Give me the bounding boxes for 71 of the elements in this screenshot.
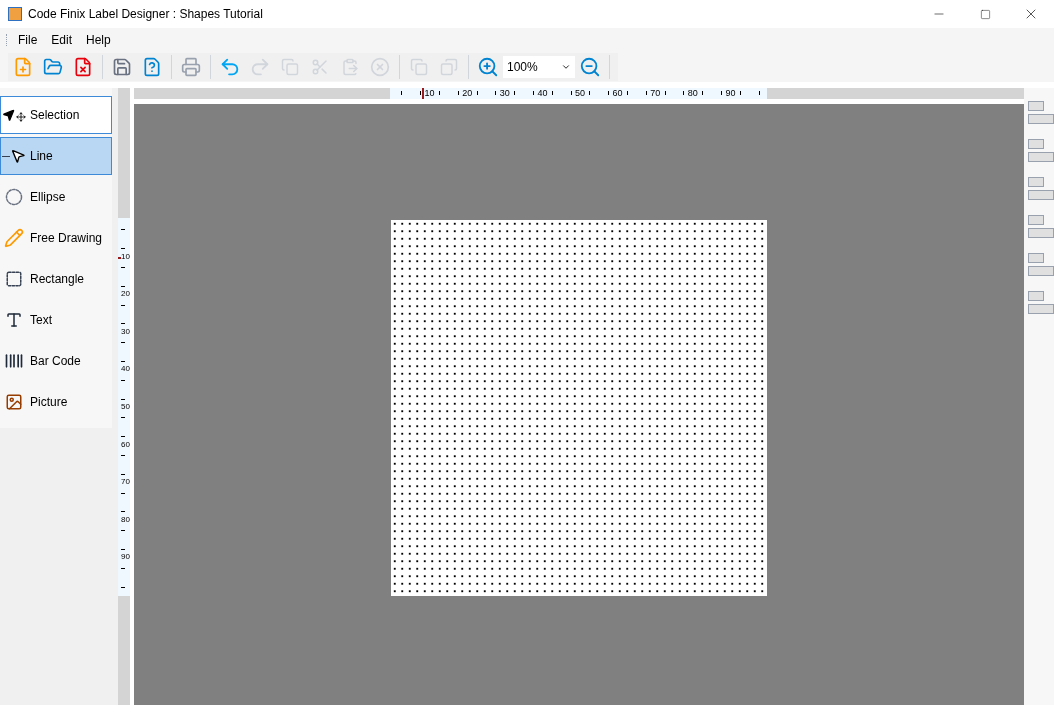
label-canvas[interactable]	[391, 220, 767, 596]
ruler-label: 60	[121, 440, 130, 449]
ruler-label: 30	[121, 327, 130, 336]
tool-item[interactable]: Free Drawing	[0, 219, 112, 257]
ruler-label: 40	[537, 89, 548, 98]
tool-item[interactable]: Bar Code	[0, 342, 112, 380]
tool-item[interactable]: Selection	[0, 96, 112, 134]
ruler-label: 10	[424, 89, 435, 98]
zoom-in-icon	[477, 56, 499, 78]
ruler-label: 80	[687, 89, 698, 98]
menu-item[interactable]: Help	[79, 30, 118, 50]
save-icon	[112, 57, 132, 77]
pointer-move-icon	[2, 108, 26, 122]
ruler-label: 50	[575, 89, 585, 98]
menu-item[interactable]: File	[11, 30, 45, 50]
ruler-label: 30	[499, 89, 510, 98]
dropdown-caret-icon	[561, 62, 571, 72]
zoom-combo[interactable]: 100%	[503, 56, 575, 78]
window-title: Code Finix Label Designer : Shapes Tutorial	[28, 6, 263, 23]
scissors-icon	[311, 58, 329, 76]
maximize-icon	[979, 8, 991, 20]
ruler-label: 50	[121, 403, 130, 411]
align-button[interactable]	[1028, 98, 1054, 126]
tool-item[interactable]: Rectangle	[0, 260, 112, 298]
ruler-label: 80	[121, 515, 130, 524]
undo-icon	[219, 56, 241, 78]
tool-item[interactable]: Text	[0, 301, 112, 339]
new-file-icon	[13, 57, 33, 77]
barcode-icon	[4, 351, 24, 371]
align-icon	[1028, 138, 1054, 162]
ruler-label: 70	[650, 89, 661, 98]
text-icon	[5, 311, 23, 329]
tool-item[interactable]: Picture	[0, 383, 112, 421]
dashed-circle-icon	[5, 188, 23, 206]
align-button[interactable]	[1028, 250, 1054, 278]
save-question-icon	[142, 57, 162, 77]
copy-icon	[281, 58, 299, 76]
align-icon	[1028, 290, 1054, 314]
pencil-icon	[4, 228, 24, 248]
layers-icon	[410, 58, 428, 76]
ruler-label: 10	[121, 252, 130, 261]
ruler-label: 60	[612, 89, 623, 98]
ruler-label: 20	[121, 290, 130, 299]
app-logo-icon	[8, 7, 22, 21]
ruler-label: 90	[725, 89, 736, 98]
align-button[interactable]	[1028, 212, 1054, 240]
ruler-label: 40	[121, 365, 130, 374]
ruler-label: 90	[121, 553, 130, 562]
align-icon	[1028, 252, 1054, 276]
file-x-icon	[73, 57, 93, 77]
align-button[interactable]	[1028, 136, 1054, 164]
paste-icon	[341, 58, 359, 76]
line-pointer-icon	[2, 148, 26, 164]
align-icon	[1028, 100, 1054, 124]
picture-icon	[5, 393, 23, 411]
align-button[interactable]	[1028, 174, 1054, 202]
menu-item[interactable]: Edit	[44, 30, 80, 50]
x-circle-icon	[370, 57, 390, 77]
dashed-rectangle-icon	[5, 270, 23, 288]
ruler-label: 70	[121, 478, 130, 487]
align-icon	[1028, 176, 1054, 200]
zoom-out-icon	[579, 56, 601, 78]
align-button[interactable]	[1028, 288, 1054, 316]
tool-item[interactable]: Line	[0, 137, 112, 175]
folder-icon	[43, 57, 63, 77]
printer-icon	[181, 57, 201, 77]
layers-icon	[440, 58, 458, 76]
redo-icon	[249, 56, 271, 78]
align-icon	[1028, 214, 1054, 238]
tool-item[interactable]: Ellipse	[0, 178, 112, 216]
ruler-label: 20	[462, 89, 473, 98]
